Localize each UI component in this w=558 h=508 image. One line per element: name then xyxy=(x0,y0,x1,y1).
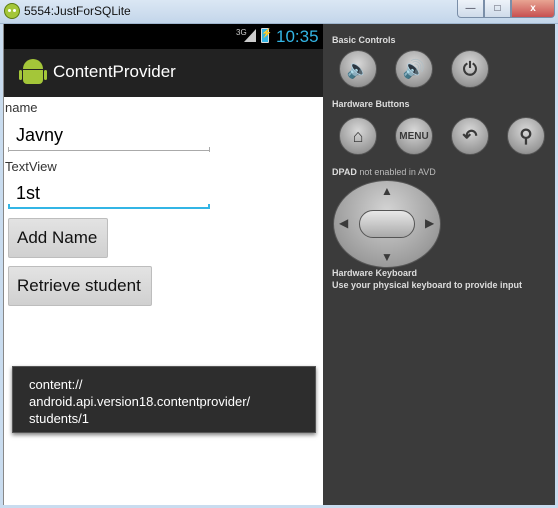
android-robot-icon xyxy=(19,59,47,87)
toast-line: content:// xyxy=(29,377,83,392)
search-button[interactable]: ⚲ xyxy=(507,117,545,155)
action-bar: ContentProvider xyxy=(4,49,324,97)
grade-input-edge-right xyxy=(208,204,210,209)
power-button[interactable]: ⏻ xyxy=(451,50,489,88)
window-title: 5554:JustForSQLite xyxy=(24,4,131,18)
dpad-up-icon[interactable]: ▲ xyxy=(381,184,393,198)
toast-line: android.api.version18.contentprovider/ xyxy=(29,394,251,409)
toast-line: students/1 xyxy=(29,411,89,426)
add-name-button[interactable]: Add Name xyxy=(8,218,108,258)
name-input-edge-right xyxy=(209,147,210,152)
power-icon: ⏻ xyxy=(462,58,478,79)
close-button[interactable]: x xyxy=(511,0,555,18)
retrieve-student-button[interactable]: Retrieve student xyxy=(8,266,152,306)
name-label: name xyxy=(5,100,38,115)
android-app-icon xyxy=(4,3,20,19)
dpad-center-button[interactable] xyxy=(359,210,415,238)
window-titlebar[interactable]: 5554:JustForSQLite — □ x xyxy=(0,0,558,24)
emulator-controls-panel: Basic Controls 🔈 🔊 ⏻ Hardware Buttons ⌂ … xyxy=(323,24,555,505)
volume-up-icon: 🔊 xyxy=(402,58,426,79)
dpad-title: DPAD not enabled in AVD xyxy=(332,167,436,177)
dpad-note: not enabled in AVD xyxy=(359,167,436,177)
hardware-keyboard-hint: Use your physical keyboard to provide in… xyxy=(332,280,523,290)
basic-controls-title: Basic Controls xyxy=(332,35,396,45)
back-button[interactable]: ↶ xyxy=(451,117,489,155)
hardware-keyboard-title: Hardware Keyboard xyxy=(332,268,418,278)
status-clock: 10:35 xyxy=(276,27,319,46)
home-icon: ⌂ xyxy=(352,125,364,146)
dpad-down-icon[interactable]: ▼ xyxy=(381,250,393,264)
hardware-buttons-title: Hardware Buttons xyxy=(332,99,410,109)
name-input[interactable] xyxy=(8,121,210,151)
signal-icon xyxy=(244,29,256,42)
name-input-edge-left xyxy=(8,147,9,152)
dpad-right-icon[interactable]: ▶ xyxy=(425,216,434,230)
menu-button[interactable]: MENU xyxy=(395,117,433,155)
dpad[interactable]: ▲ ▼ ◀ ▶ xyxy=(333,180,441,268)
dpad-left-icon[interactable]: ◀ xyxy=(339,216,348,230)
menu-label: MENU xyxy=(399,130,429,142)
search-icon: ⚲ xyxy=(519,125,533,146)
toast-message: content:// android.api.version18.content… xyxy=(12,366,316,433)
home-button[interactable]: ⌂ xyxy=(339,117,377,155)
window-controls: — □ x xyxy=(457,0,555,18)
app-title: ContentProvider xyxy=(53,62,176,81)
maximize-button[interactable]: □ xyxy=(484,0,511,18)
dpad-title-text: DPAD xyxy=(332,167,357,177)
status-bar: 3G 10:35 xyxy=(4,24,324,49)
textview-label: TextView xyxy=(5,159,57,174)
volume-down-button[interactable]: 🔈 xyxy=(339,50,377,88)
back-icon: ↶ xyxy=(462,125,478,146)
grade-input[interactable] xyxy=(8,179,210,209)
minimize-button[interactable]: — xyxy=(457,0,484,18)
grade-input-edge-left xyxy=(8,204,10,209)
device-screen: 3G 10:35 ContentProvider name TextView A… xyxy=(3,24,324,505)
battery-icon xyxy=(261,28,272,43)
volume-down-icon: 🔈 xyxy=(346,58,370,79)
volume-up-button[interactable]: 🔊 xyxy=(395,50,433,88)
